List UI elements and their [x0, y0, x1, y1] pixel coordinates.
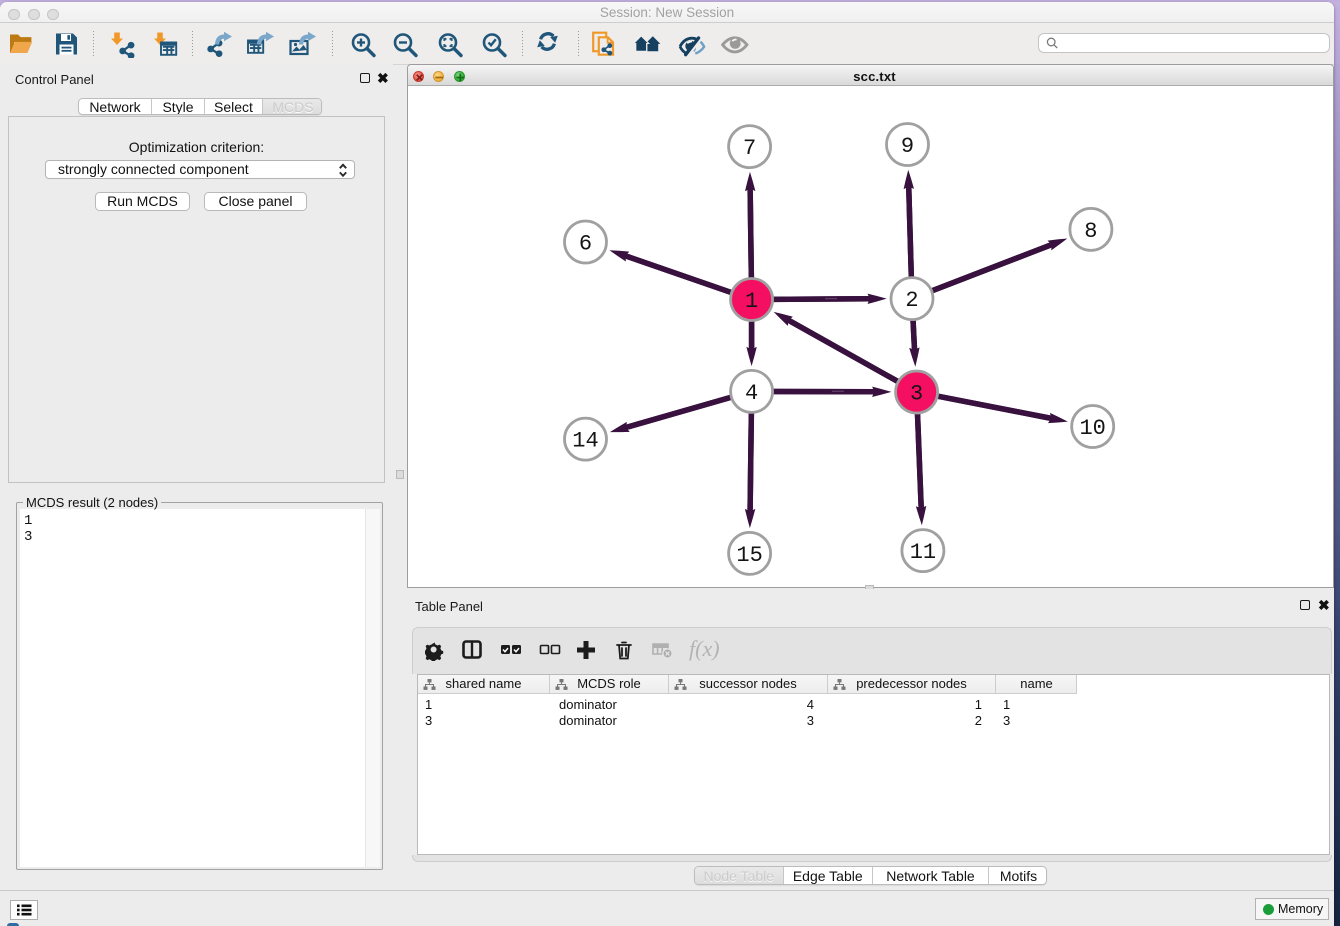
svg-text:8: 8 — [1084, 219, 1097, 244]
svg-text:9: 9 — [901, 134, 914, 159]
svg-text:11: 11 — [910, 540, 936, 565]
svg-text:3: 3 — [910, 382, 923, 407]
svg-text:2: 2 — [905, 288, 918, 313]
svg-text:15: 15 — [736, 543, 762, 568]
svg-text:6: 6 — [579, 232, 592, 257]
svg-text:10: 10 — [1079, 416, 1105, 441]
svg-text:7: 7 — [743, 136, 756, 161]
svg-text:14: 14 — [572, 429, 598, 454]
svg-text:1: 1 — [745, 289, 758, 314]
svg-text:4: 4 — [745, 381, 758, 406]
